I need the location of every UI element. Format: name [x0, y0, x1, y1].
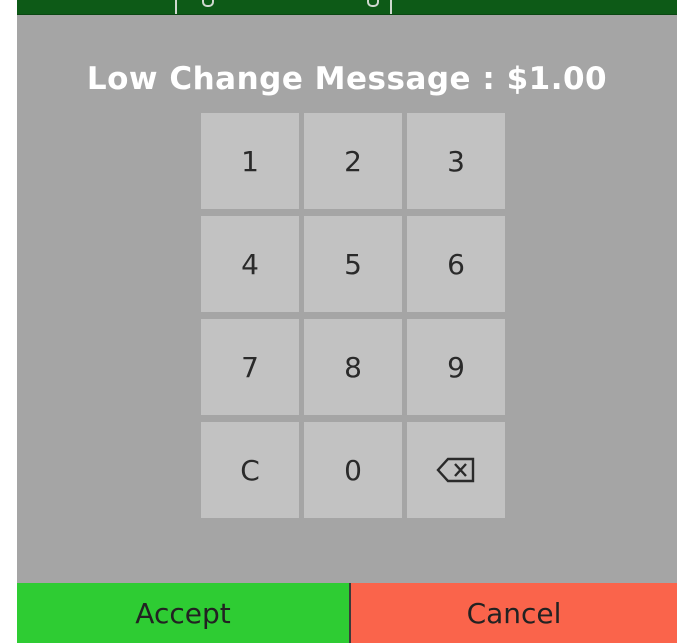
key-backspace[interactable] [407, 422, 505, 518]
low-change-dialog: Low Change Message : $1.00 1 2 3 4 5 6 7… [17, 15, 677, 643]
header-glyph [367, 0, 379, 7]
key-clear[interactable]: C [201, 422, 299, 518]
key-3[interactable]: 3 [407, 113, 505, 209]
header-divider [390, 0, 392, 14]
cancel-button[interactable]: Cancel [351, 583, 677, 643]
action-bar: Accept Cancel [17, 583, 677, 643]
key-5[interactable]: 5 [304, 216, 402, 312]
key-0[interactable]: 0 [304, 422, 402, 518]
key-6[interactable]: 6 [407, 216, 505, 312]
key-1[interactable]: 1 [201, 113, 299, 209]
numeric-keypad: 1 2 3 4 5 6 7 8 9 C 0 [201, 113, 505, 518]
key-4[interactable]: 4 [201, 216, 299, 312]
backspace-icon [436, 457, 475, 483]
dialog-title: Low Change Message : $1.00 [86, 61, 608, 97]
key-7[interactable]: 7 [201, 319, 299, 415]
key-9[interactable]: 9 [407, 319, 505, 415]
accept-button[interactable]: Accept [17, 583, 351, 643]
background-header-bar [17, 0, 677, 16]
key-2[interactable]: 2 [304, 113, 402, 209]
header-divider [175, 0, 177, 14]
key-8[interactable]: 8 [304, 319, 402, 415]
header-glyph [202, 0, 214, 7]
screen: Low Change Message : $1.00 1 2 3 4 5 6 7… [0, 0, 677, 643]
